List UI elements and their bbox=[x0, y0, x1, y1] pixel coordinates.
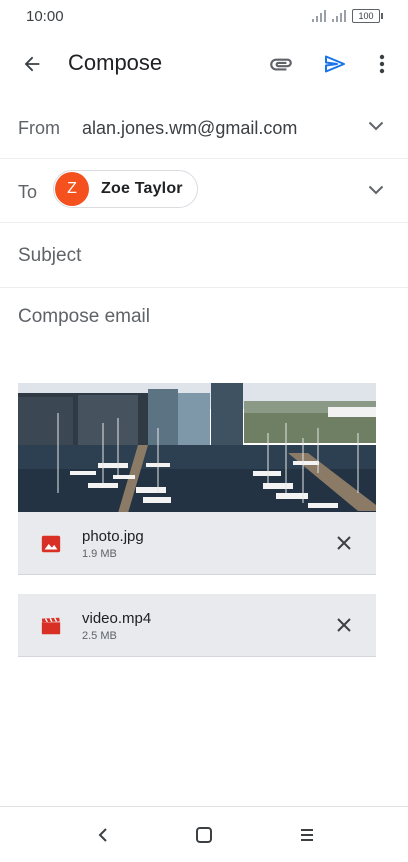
more-vert-icon bbox=[379, 54, 385, 74]
remove-attachment-button[interactable] bbox=[332, 531, 356, 555]
attach-button[interactable] bbox=[266, 50, 296, 78]
avatar: Z bbox=[55, 172, 89, 206]
signal-icon-2 bbox=[332, 10, 346, 22]
app-bar: Compose bbox=[0, 34, 408, 94]
arrow-back-icon bbox=[24, 56, 40, 72]
from-label: From bbox=[18, 118, 60, 138]
status-icons: 100 bbox=[312, 9, 383, 23]
attachment-size: 2.5 MB bbox=[82, 630, 117, 642]
harbor-photo-image bbox=[18, 383, 376, 513]
chevron-down-icon bbox=[368, 121, 384, 131]
nav-back-icon bbox=[98, 828, 107, 842]
back-button[interactable] bbox=[18, 50, 46, 78]
status-time: 10:00 bbox=[26, 8, 64, 25]
image-icon bbox=[41, 535, 61, 553]
nav-menu-button[interactable] bbox=[292, 822, 322, 848]
to-expand-button[interactable] bbox=[366, 180, 386, 200]
recipient-chip[interactable]: Z Zoe Taylor bbox=[53, 170, 198, 208]
system-nav-bar bbox=[0, 806, 408, 862]
close-icon bbox=[337, 536, 351, 550]
from-address[interactable]: alan.jones.wm@gmail.com bbox=[82, 118, 297, 139]
to-row[interactable]: To Z Zoe Taylor bbox=[0, 159, 408, 223]
compose-body-input[interactable] bbox=[18, 306, 378, 346]
signal-icon bbox=[312, 10, 326, 22]
attachment-item[interactable]: photo.jpg 1.9 MB bbox=[18, 512, 376, 575]
page-title: Compose bbox=[68, 50, 163, 75]
recipient-name: Zoe Taylor bbox=[101, 180, 183, 197]
to-label: To bbox=[18, 182, 38, 202]
send-button[interactable] bbox=[320, 50, 350, 78]
subject-row bbox=[0, 223, 408, 288]
from-row[interactable]: From alan.jones.wm@gmail.com bbox=[0, 96, 408, 159]
from-expand-button[interactable] bbox=[366, 116, 386, 136]
nav-menu-icon bbox=[301, 829, 313, 841]
paperclip-icon bbox=[270, 58, 292, 71]
more-options-button[interactable] bbox=[372, 50, 392, 78]
attachment-name: photo.jpg bbox=[82, 528, 144, 545]
attachment-item[interactable]: video.mp4 2.5 MB bbox=[18, 594, 376, 657]
photo-preview[interactable] bbox=[18, 383, 376, 513]
subject-input[interactable] bbox=[18, 245, 358, 267]
status-bar: 10:00 100 bbox=[0, 0, 408, 34]
remove-attachment-button[interactable] bbox=[332, 613, 356, 637]
attachment-size: 1.9 MB bbox=[82, 548, 117, 560]
chevron-down-icon bbox=[368, 185, 384, 195]
send-icon bbox=[325, 55, 345, 73]
nav-home-button[interactable] bbox=[189, 822, 219, 848]
close-icon bbox=[337, 618, 351, 632]
attachment-name: video.mp4 bbox=[82, 610, 152, 627]
nav-home-icon bbox=[196, 827, 212, 843]
battery-indicator: 100 bbox=[352, 9, 383, 23]
nav-back-button[interactable] bbox=[88, 822, 118, 848]
video-clapper-icon bbox=[41, 617, 61, 635]
